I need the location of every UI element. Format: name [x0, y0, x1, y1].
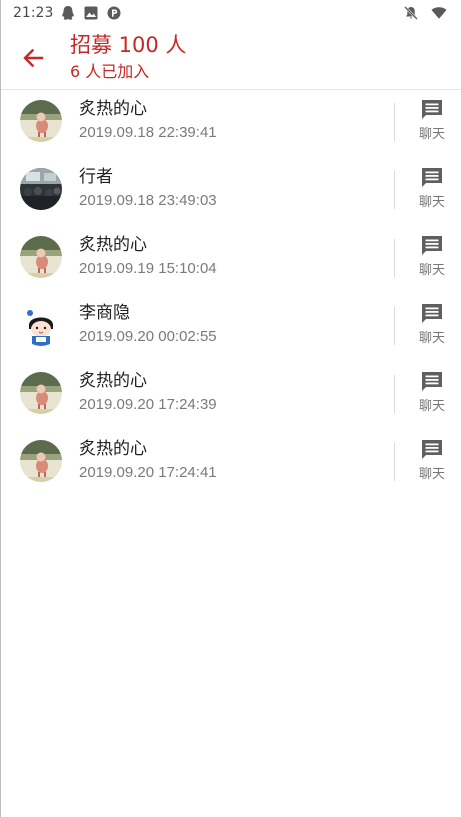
chat-icon	[422, 440, 442, 459]
member-name: 炙热的心	[79, 235, 147, 255]
chat-label: 聊天	[418, 263, 445, 278]
crowd-photo-avatar-image	[20, 168, 62, 210]
chat-button[interactable]: 聊天	[409, 232, 455, 286]
page-title: 招募 100 人	[70, 33, 187, 57]
arrow-left-icon	[23, 48, 44, 68]
back-button[interactable]	[15, 40, 51, 76]
divider	[394, 307, 395, 345]
sheep-avatar-image	[20, 236, 62, 278]
join-time: 2019.09.19 15:10:04	[79, 260, 217, 277]
chat-label: 聊天	[418, 195, 445, 210]
app-bar: 招募 100 人 6 人已加入	[1, 26, 461, 90]
join-time: 2019.09.20 17:24:41	[79, 464, 217, 481]
member-name: 炙热的心	[79, 371, 147, 391]
member-name: 李商隐	[79, 303, 130, 323]
member-list: 炙热的心 2019.09.18 22:39:41 聊天 行者 2019.09.1…	[1, 90, 461, 498]
sheep-avatar-image	[20, 372, 62, 414]
chat-label: 聊天	[418, 399, 445, 414]
chat-button[interactable]: 聊天	[409, 436, 455, 490]
joined-count: 6 人已加入	[70, 62, 150, 81]
join-time: 2019.09.20 00:02:55	[79, 328, 217, 345]
avatar[interactable]	[20, 100, 62, 142]
cartoon-girl-avatar-image	[20, 304, 62, 346]
divider	[394, 239, 395, 277]
chat-icon	[422, 236, 442, 255]
join-time: 2019.09.20 17:24:39	[79, 396, 217, 413]
avatar[interactable]	[20, 304, 62, 346]
wifi-icon	[431, 5, 447, 21]
status-right	[403, 5, 447, 21]
chat-icon	[422, 100, 442, 119]
sheep-avatar-image	[20, 100, 62, 142]
p-icon	[106, 5, 122, 21]
chat-icon	[422, 372, 442, 391]
join-time: 2019.09.18 22:39:41	[79, 124, 217, 141]
divider	[394, 103, 395, 141]
avatar[interactable]	[20, 236, 62, 278]
list-item[interactable]: 李商隐 2019.09.20 00:02:55 聊天	[1, 294, 461, 362]
qq-icon	[60, 5, 76, 21]
list-item[interactable]: 炙热的心 2019.09.20 17:24:41 聊天	[1, 430, 461, 498]
list-item[interactable]: 行者 2019.09.18 23:49:03 聊天	[1, 158, 461, 226]
chat-button[interactable]: 聊天	[409, 96, 455, 150]
member-name: 炙热的心	[79, 99, 147, 119]
avatar[interactable]	[20, 372, 62, 414]
chat-button[interactable]: 聊天	[409, 368, 455, 422]
chat-button[interactable]: 聊天	[409, 164, 455, 218]
avatar[interactable]	[20, 168, 62, 210]
chat-label: 聊天	[418, 331, 445, 346]
divider	[394, 443, 395, 481]
avatar[interactable]	[20, 440, 62, 482]
list-item[interactable]: 炙热的心 2019.09.19 15:10:04 聊天	[1, 226, 461, 294]
chat-label: 聊天	[418, 467, 445, 482]
sheep-avatar-image	[20, 440, 62, 482]
chat-label: 聊天	[418, 127, 445, 142]
status-time: 21:23	[13, 5, 54, 21]
member-name: 行者	[79, 167, 113, 187]
image-icon	[83, 5, 99, 21]
status-bar: 21:23	[1, 0, 461, 26]
member-name: 炙热的心	[79, 439, 147, 459]
join-time: 2019.09.18 23:49:03	[79, 192, 217, 209]
divider	[394, 375, 395, 413]
chat-icon	[422, 168, 442, 187]
list-item[interactable]: 炙热的心 2019.09.20 17:24:39 聊天	[1, 362, 461, 430]
status-left: 21:23	[13, 5, 122, 21]
chat-button[interactable]: 聊天	[409, 300, 455, 354]
divider	[394, 171, 395, 209]
chat-icon	[422, 304, 442, 323]
bell-off-icon	[403, 5, 419, 21]
list-item[interactable]: 炙热的心 2019.09.18 22:39:41 聊天	[1, 90, 461, 158]
